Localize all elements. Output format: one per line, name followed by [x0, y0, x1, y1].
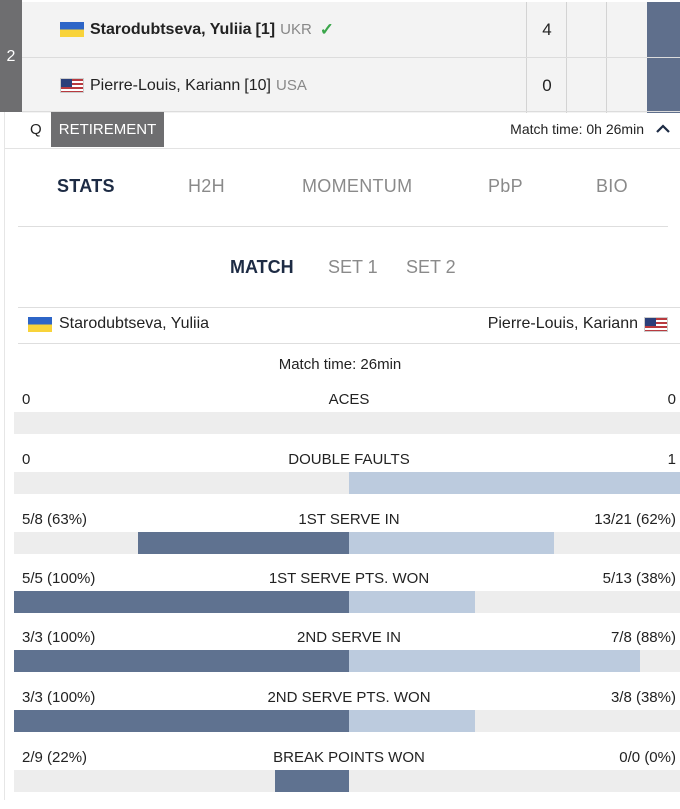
tab-momentum[interactable]: MOMENTUM — [302, 176, 412, 197]
ukraine-flag-icon — [28, 316, 52, 332]
stat-bar-right — [349, 532, 554, 554]
stat-bar-track — [14, 710, 680, 732]
stat-bar-track — [14, 532, 680, 554]
tab-bio[interactable]: BIO — [596, 176, 628, 197]
stat-row: 0 ACES 0 — [14, 391, 680, 451]
subtab-set-2[interactable]: SET 2 — [406, 257, 456, 278]
stat-bar-right — [349, 472, 680, 494]
player-seed: [10] — [244, 76, 271, 94]
ukraine-flag-icon — [60, 22, 84, 37]
divider — [4, 112, 5, 800]
player-name: Starodubtseva, Yuliia — [59, 315, 210, 332]
divider — [18, 343, 680, 344]
player-name: Pierre-Louis, Kariann — [90, 76, 241, 94]
set-score — [566, 58, 607, 113]
player-seed: [1] — [255, 20, 276, 38]
score-accent-cell — [647, 2, 680, 57]
stat-right-value: 0 — [667, 391, 676, 408]
set-score: 0 — [526, 58, 567, 113]
set-score — [566, 2, 607, 57]
stat-right-value: 7/8 (88%) — [610, 629, 676, 646]
stat-label: 1ST SERVE PTS. WON — [268, 570, 430, 587]
stat-bar-track — [14, 472, 680, 494]
usa-flag-icon — [644, 316, 668, 332]
round-number: 2 — [6, 48, 16, 65]
chevron-up-icon[interactable] — [654, 120, 672, 138]
match-time-summary: Match time: 26min — [278, 356, 402, 373]
stat-bar-left — [275, 770, 349, 792]
match-time: Match time: 0h 26min — [510, 121, 644, 137]
stat-right-value: 0/0 (0%) — [619, 749, 676, 766]
player-row-2[interactable]: Pierre-Louis, Kariann [10] USA 0 — [22, 57, 680, 113]
stat-label: DOUBLE FAULTS — [288, 451, 410, 468]
stat-row: 3/3 (100%) 2ND SERVE PTS. WON 3/8 (38%) — [14, 689, 680, 749]
winner-check-icon: ✓ — [319, 19, 335, 39]
score-accent-cell — [647, 58, 680, 113]
stat-bar-left — [14, 710, 349, 732]
stat-bar-right — [349, 710, 475, 732]
stat-bar-right — [349, 591, 475, 613]
subtab-set-1[interactable]: SET 1 — [328, 257, 378, 278]
stat-bar-track — [14, 591, 680, 613]
stat-right-value: 1 — [667, 451, 676, 468]
divider — [18, 307, 680, 308]
match-info-bar: Q RETIREMENT Match time: 0h 26min — [4, 112, 680, 148]
stat-label: 2ND SERVE PTS. WON — [267, 689, 431, 706]
player-name: Pierre-Louis, Kariann — [487, 315, 638, 332]
set-score — [606, 58, 647, 113]
stat-label: 2ND SERVE IN — [297, 629, 401, 646]
divider — [18, 226, 668, 227]
stat-bar-track — [14, 412, 680, 434]
usa-flag-icon — [60, 78, 84, 93]
tab-stats[interactable]: STATS — [57, 176, 115, 197]
player-header-right: Pierre-Louis, Kariann — [488, 315, 668, 333]
stat-label: ACES — [328, 391, 370, 408]
stat-bar-track — [14, 650, 680, 672]
stat-right-value: 13/21 (62%) — [594, 511, 676, 528]
qualifying-label: Q — [30, 121, 42, 138]
round-indicator: 2 — [0, 0, 22, 112]
scoreboard: 2 Starodubtseva, Yuliia [1] UKR ✓ 4 Pier… — [0, 0, 680, 113]
stat-label: 1ST SERVE IN — [298, 511, 400, 528]
stat-label: BREAK POINTS WON — [273, 749, 425, 766]
stat-row: 0 DOUBLE FAULTS 1 — [14, 451, 680, 511]
player-country: UKR — [280, 21, 312, 38]
stat-row: 5/8 (63%) 1ST SERVE IN 13/21 (62%) — [14, 511, 680, 571]
main-tabs: STATS H2H MOMENTUM PbP BIO — [18, 176, 668, 216]
stat-right-value: 3/8 (38%) — [610, 689, 676, 706]
stat-bar-left — [14, 650, 349, 672]
player-name: Starodubtseva, Yuliia — [90, 20, 252, 38]
stat-row: 5/5 (100%) 1ST SERVE PTS. WON 5/13 (38%) — [14, 570, 680, 630]
player-row-1[interactable]: Starodubtseva, Yuliia [1] UKR ✓ 4 — [22, 2, 680, 57]
stat-bar-track — [14, 770, 680, 792]
status-badge: RETIREMENT — [51, 112, 164, 147]
tab-pbp[interactable]: PbP — [488, 176, 523, 197]
stat-row: 3/3 (100%) 2ND SERVE IN 7/8 (88%) — [14, 629, 680, 689]
stat-bar-left — [138, 532, 349, 554]
subtab-match[interactable]: MATCH — [230, 257, 294, 278]
player-header-left: Starodubtseva, Yuliia — [28, 315, 209, 333]
stat-right-value: 5/13 (38%) — [602, 570, 676, 587]
stat-row: 2/9 (22%) BREAK POINTS WON 0/0 (0%) — [14, 749, 680, 809]
set-score: 4 — [526, 2, 567, 57]
stat-bar-left — [14, 591, 349, 613]
tab-h2h[interactable]: H2H — [188, 176, 225, 197]
player-country: USA — [275, 77, 307, 94]
divider — [4, 148, 680, 149]
set-score — [606, 2, 647, 57]
stat-bar-right — [349, 650, 640, 672]
